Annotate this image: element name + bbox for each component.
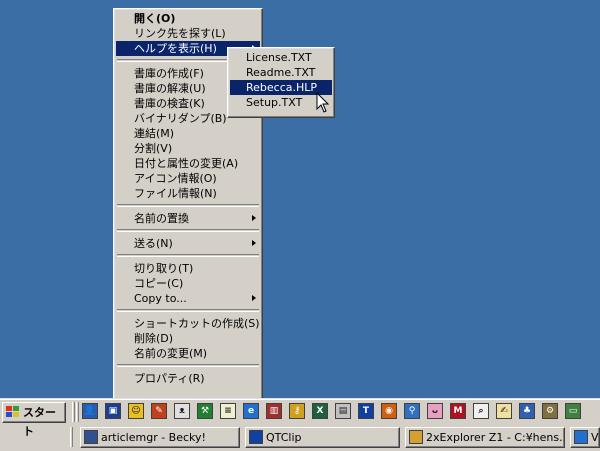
menu-item-label: 名前の置換 bbox=[134, 212, 189, 225]
submenu-arrow-icon bbox=[252, 240, 256, 246]
menu-item-label: Rebecca.HLP bbox=[246, 81, 318, 94]
clipboard-icon[interactable]: ▤ bbox=[335, 403, 351, 419]
menu-item-名前の置換[interactable]: 名前の置換 bbox=[116, 211, 260, 226]
menu-separator bbox=[117, 204, 259, 207]
menu-item-切り取り[interactable]: 切り取り(T) bbox=[116, 261, 260, 276]
menu-item-label: 書庫の作成(F) bbox=[134, 67, 204, 80]
menu-separator bbox=[117, 229, 259, 232]
ie-icon[interactable]: e bbox=[243, 403, 259, 419]
explorer-icon bbox=[409, 430, 423, 444]
mouse-pointer-icon bbox=[316, 92, 330, 113]
menu-item-label: 書庫の検査(K) bbox=[134, 97, 205, 110]
menu-item-label: コピー(C) bbox=[134, 277, 184, 290]
notepad-icon[interactable]: ≡ bbox=[220, 403, 236, 419]
menu-item-名前の変更[interactable]: 名前の変更(M) bbox=[116, 346, 260, 361]
taskbar-button-v[interactable]: V bbox=[570, 427, 600, 448]
menu-item-label: 送る(N) bbox=[134, 237, 173, 250]
submenu-arrow-icon bbox=[252, 295, 256, 301]
ie-icon bbox=[574, 430, 588, 444]
menu-item-連結[interactable]: 連結(M) bbox=[116, 126, 260, 141]
menu-item-日付と属性の変更[interactable]: 日付と属性の変更(A) bbox=[116, 156, 260, 171]
toolbar-grip[interactable] bbox=[76, 402, 79, 422]
menu-item-label: バイナリダンプ(B) bbox=[134, 112, 227, 125]
menu-item-label: Copy to... bbox=[134, 292, 187, 305]
menu-item-label: 切り取り(T) bbox=[134, 262, 194, 275]
taskbar-button-label: V bbox=[591, 431, 599, 444]
menu-item-label: ショートカットの作成(S) bbox=[134, 317, 260, 330]
taskbar-grip[interactable] bbox=[70, 427, 73, 447]
mail-icon bbox=[84, 430, 98, 444]
taskbar: スタート 👤 ▣ ☺ ✎ ᴥ ⚒ ≡ e ▥ ⚷ X ▤ T ◉ ⚲ ᴗ M ⌕ ✍ ♣ ⚙ ▭ articlemgr -… bbox=[0, 398, 600, 451]
menu-separator bbox=[117, 309, 259, 312]
menu-item-label: 分割(V) bbox=[134, 142, 173, 155]
x-icon[interactable]: X bbox=[312, 403, 328, 419]
menu-item-label: ヘルプを表示(H) bbox=[134, 42, 217, 55]
menu-item-削除[interactable]: 削除(D) bbox=[116, 331, 260, 346]
menu-item-プロパティ[interactable]: プロパティ(R) bbox=[116, 371, 260, 386]
m-icon[interactable]: M bbox=[450, 403, 466, 419]
start-label: スタート bbox=[23, 406, 56, 438]
qtclip-icon bbox=[249, 430, 263, 444]
menu-item-リンク先を探す[interactable]: リンク先を探す(L) bbox=[116, 26, 260, 41]
computer-icon[interactable]: ▣ bbox=[105, 403, 121, 419]
menu-item-ファイル情報[interactable]: ファイル情報(N) bbox=[116, 186, 260, 201]
menu-item-label: リンク先を探す(L) bbox=[134, 27, 226, 40]
toolbar-grip[interactable] bbox=[72, 402, 75, 422]
menu-item-label: ファイル情報(N) bbox=[134, 187, 217, 200]
menu-item-label: プロパティ(R) bbox=[134, 372, 205, 385]
start-button[interactable]: スタート bbox=[2, 402, 66, 438]
media-icon[interactable]: ◉ bbox=[381, 403, 397, 419]
menu-item-label: アイコン情報(O) bbox=[134, 172, 217, 185]
search-icon[interactable]: ⚲ bbox=[404, 403, 420, 419]
taskbar-button-qtclip[interactable]: QTClip bbox=[245, 427, 400, 448]
menu-item-label: 削除(D) bbox=[134, 332, 174, 345]
menu-item-label: 書庫の解凍(U) bbox=[134, 82, 206, 95]
monitor-icon[interactable]: ▭ bbox=[565, 403, 581, 419]
submenu-arrow-icon bbox=[252, 215, 256, 221]
smiley-icon[interactable]: ☺ bbox=[128, 403, 144, 419]
menu-item-開く[interactable]: 開く(O) bbox=[116, 11, 260, 26]
taskbar-button-articlemgr[interactable]: articlemgr - Becky! bbox=[80, 427, 240, 448]
menu-item-分割[interactable]: 分割(V) bbox=[116, 141, 260, 156]
menu-item-label: Setup.TXT bbox=[246, 96, 303, 109]
menu-separator bbox=[117, 364, 259, 367]
menu-item-ショートカットの作成[interactable]: ショートカットの作成(S) bbox=[116, 316, 260, 331]
menu-item-コピー[interactable]: コピー(C) bbox=[116, 276, 260, 291]
taskbar-button-label: 2xExplorer Z1 - C:¥hens... bbox=[426, 431, 565, 444]
windows-logo-icon bbox=[6, 406, 20, 418]
taskbar-button-label: articlemgr - Becky! bbox=[101, 431, 206, 444]
menu-item-label: 日付と属性の変更(A) bbox=[134, 157, 239, 170]
tool-icon[interactable]: ⚒ bbox=[197, 403, 213, 419]
menu-separator bbox=[117, 254, 259, 257]
cow-icon[interactable]: ᴗ bbox=[427, 403, 443, 419]
menu-item-readme-txt[interactable]: Readme.TXT bbox=[230, 65, 332, 80]
find-icon[interactable]: ⌕ bbox=[473, 403, 489, 419]
menu-item-label: Readme.TXT bbox=[246, 66, 316, 79]
menu-item-label: 名前の変更(M) bbox=[134, 347, 208, 360]
menu-item-label: 連結(M) bbox=[134, 127, 175, 140]
menu-item-copy-to[interactable]: Copy to... bbox=[116, 291, 260, 306]
menu-item-アイコン情報[interactable]: アイコン情報(O) bbox=[116, 171, 260, 186]
menu-item-label: 開く(O) bbox=[134, 12, 176, 25]
user-icon[interactable]: 👤 bbox=[82, 403, 98, 419]
taskbar-button-label: QTClip bbox=[266, 431, 302, 444]
taskbar-button-2xexplorer[interactable]: 2xExplorer Z1 - C:¥hens... bbox=[405, 427, 565, 448]
paint-icon[interactable]: ✎ bbox=[151, 403, 167, 419]
gear-icon[interactable]: ⚙ bbox=[542, 403, 558, 419]
cat-icon[interactable]: ᴥ bbox=[174, 403, 190, 419]
books-icon[interactable]: ▥ bbox=[266, 403, 282, 419]
edit-icon[interactable]: ✍ bbox=[496, 403, 512, 419]
menu-item-label: License.TXT bbox=[246, 51, 312, 64]
key-icon[interactable]: ⚷ bbox=[289, 403, 305, 419]
menu-item-license-txt[interactable]: License.TXT bbox=[230, 50, 332, 65]
menu-item-送る[interactable]: 送る(N) bbox=[116, 236, 260, 251]
t-icon[interactable]: T bbox=[358, 403, 374, 419]
tree-icon[interactable]: ♣ bbox=[519, 403, 535, 419]
